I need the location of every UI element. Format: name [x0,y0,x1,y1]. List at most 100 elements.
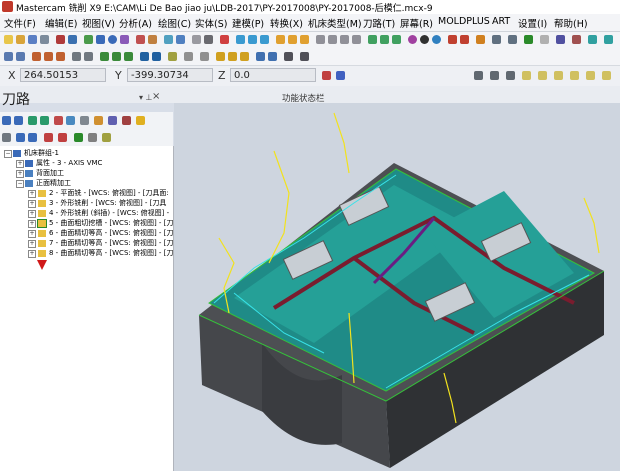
toolpath-group-back[interactable]: 背面加工 [36,169,64,178]
menu-model-prep[interactable]: 建模(P) [232,16,264,30]
menu-machine-type[interactable]: 机床类型(M) [308,16,362,30]
analyze-icon[interactable] [556,35,565,44]
zoom-window-icon[interactable] [380,35,389,44]
regenerate-icon[interactable] [28,116,37,125]
ruled-surface-icon[interactable] [228,52,237,61]
menu-screen[interactable]: 屏幕(R) [400,16,433,30]
cube-front-icon[interactable] [538,71,547,80]
graphics-viewport[interactable] [174,103,620,471]
expand-toggle[interactable]: + [16,160,24,168]
wireframe-icon[interactable] [420,35,429,44]
autocursor-icon[interactable] [84,52,93,61]
operation-row[interactable]: 7 - 曲面精切等高 - [WCS: 俯视图] - [刀 [49,239,173,248]
insert-arrow-icon[interactable] [36,259,48,271]
view-side-icon[interactable] [340,35,349,44]
g1-icon[interactable] [108,116,117,125]
select-all-ops-icon[interactable] [2,116,11,125]
tool-manager-icon[interactable] [122,116,131,125]
polygon-select-icon[interactable] [56,52,65,61]
drill-icon[interactable] [284,52,293,61]
wcs-icon[interactable] [168,52,177,61]
line-style-icon[interactable] [474,71,483,80]
unzoom-icon[interactable] [392,35,401,44]
expand-toggle[interactable]: + [28,230,36,238]
solid-revolve-icon[interactable] [176,35,185,44]
line-icon[interactable] [96,35,105,44]
solid-extrude-icon[interactable] [164,35,173,44]
select-dirty-ops-icon[interactable] [14,116,23,125]
new-file-icon[interactable] [4,35,13,44]
menu-help[interactable]: 帮助(H) [554,16,588,30]
operation-row[interactable]: 2 - 平面铣 - [WCS: 俯视图] - [刀具面: [49,189,169,198]
chain-icon[interactable] [32,52,41,61]
center-icon[interactable] [124,52,133,61]
save-icon[interactable] [28,35,37,44]
line-width-icon[interactable] [490,71,499,80]
expand-toggle[interactable]: − [16,180,24,188]
spline-icon[interactable] [120,35,129,44]
snap-icon[interactable] [72,52,81,61]
midpoint-icon[interactable] [112,52,121,61]
expand-toggle[interactable]: − [4,150,12,158]
measure-icon[interactable] [572,35,581,44]
simulate-icon[interactable] [80,116,89,125]
redo-icon[interactable] [68,35,77,44]
menu-edit[interactable]: 编辑(E) [45,16,77,30]
menu-analyze[interactable]: 分析(A) [119,16,152,30]
select-all-icon[interactable] [4,52,13,61]
view-front-icon[interactable] [328,35,337,44]
view-top-icon[interactable] [316,35,325,44]
help-ops-icon[interactable] [136,116,145,125]
close-icon[interactable]: × [152,91,160,102]
menu-create[interactable]: 绘图(C) [158,16,191,30]
contour-toolpath-icon[interactable] [288,35,297,44]
delete-icon[interactable] [220,35,229,44]
post-ops-icon[interactable] [94,116,103,125]
cube-top-icon[interactable] [522,71,531,80]
menu-settings[interactable]: 设置(I) [518,16,547,30]
expand-toggle[interactable]: + [28,210,36,218]
expand-toggle[interactable]: + [28,250,36,258]
insert-arrow-icon[interactable] [44,133,53,142]
cube-back-icon[interactable] [602,71,611,80]
circle-icon[interactable] [108,35,117,44]
pocket-toolpath-icon[interactable] [300,35,309,44]
regenerate-dirty-icon[interactable] [40,116,49,125]
attribute-icon[interactable] [508,35,517,44]
operation-row[interactable]: 4 - 外形铣削 (斜插) - [WCS: 俯视图] - [49,209,169,218]
dimension-icon[interactable] [184,52,193,61]
move-down-icon[interactable] [16,133,25,142]
cube-bottom-icon[interactable] [586,71,595,80]
tplane-icon[interactable] [152,52,161,61]
solid-boolean-icon[interactable] [268,52,277,61]
break-icon[interactable] [204,35,213,44]
cube-right-icon[interactable] [554,71,563,80]
toggle-post-icon[interactable] [102,133,111,142]
window-select-icon[interactable] [44,52,53,61]
solid-fillet-icon[interactable] [256,52,265,61]
menu-solids[interactable]: 实体(S) [195,16,227,30]
trim-icon[interactable] [192,35,201,44]
note-icon[interactable] [200,52,209,61]
operation-row[interactable]: 3 - 外形铣削 - [WCS: 俯视图] - [刀具 [49,199,166,208]
scroll-to-insert-icon[interactable] [58,133,67,142]
operation-row[interactable]: 6 - 曲面精切等高 - [WCS: 俯视图] - [刀 [49,229,173,238]
post-icon[interactable] [476,35,485,44]
verify-icon[interactable] [448,35,457,44]
lock-icon[interactable] [74,133,83,142]
zoom-fit-icon[interactable] [368,35,377,44]
backplot-ops-icon[interactable] [54,116,63,125]
expand-toggle[interactable]: + [28,200,36,208]
endpoint-icon[interactable] [100,52,109,61]
expand-toggle[interactable]: + [16,170,24,178]
fastpoint-icon[interactable] [322,71,331,80]
menu-file[interactable]: 文件(F) [4,16,36,30]
electrode-icon[interactable] [604,35,613,44]
face-icon[interactable] [300,52,309,61]
pin-icon[interactable]: ▾ ⊥ [139,93,153,102]
backplot-icon[interactable] [460,35,469,44]
fillet-surface-icon[interactable] [240,52,249,61]
level-icon[interactable] [492,35,501,44]
expand-toggle[interactable]: + [28,190,36,198]
point-icon[interactable] [84,35,93,44]
